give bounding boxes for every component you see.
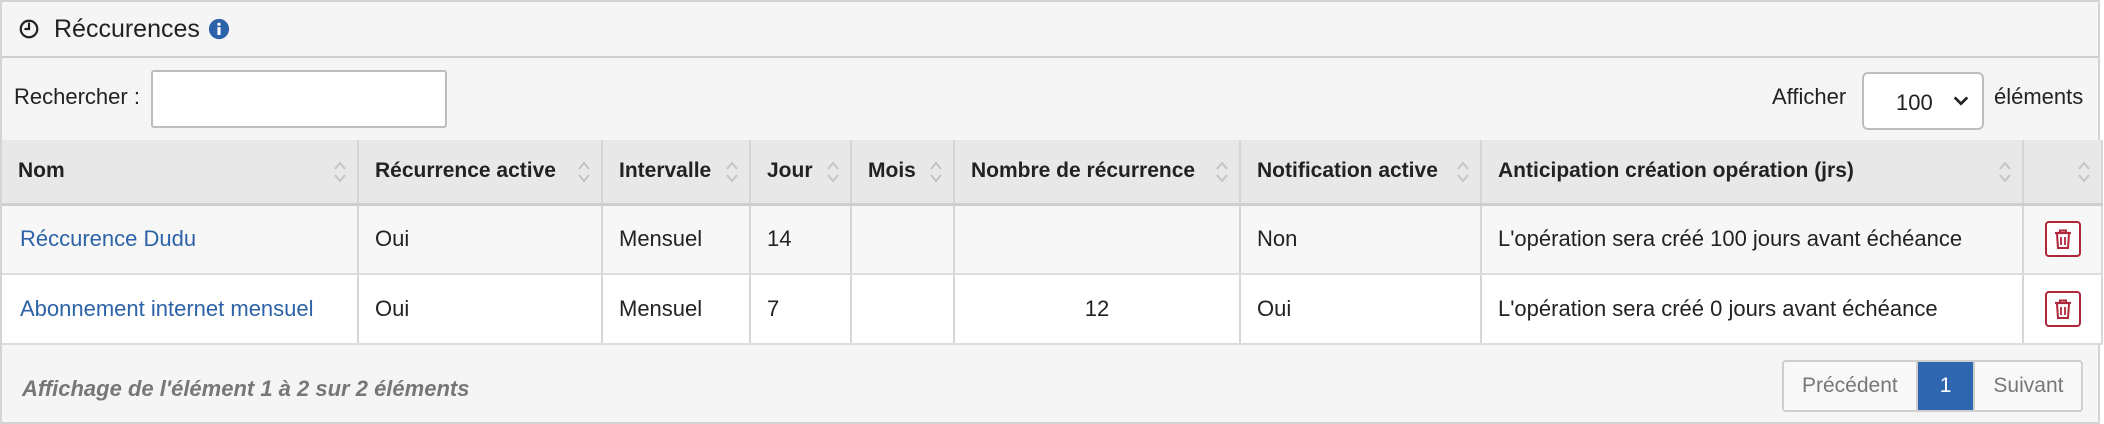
delete-button[interactable] <box>2044 291 2081 327</box>
column-header-intervalle[interactable]: Intervalle <box>602 140 751 206</box>
cell-mois <box>851 204 955 275</box>
header-label: Mois <box>868 159 916 183</box>
column-header-recurrence-active[interactable]: Récurrence active <box>358 140 603 206</box>
sort-icon <box>578 161 590 183</box>
cell-notification: Non <box>1240 204 1482 275</box>
header-label: Nom <box>18 159 65 183</box>
pagination-page-1[interactable]: 1 <box>1917 362 1974 410</box>
column-header-mois[interactable]: Mois <box>851 140 955 206</box>
column-header-notification[interactable]: Notification active <box>1240 140 1482 206</box>
cell-mois <box>851 274 955 345</box>
cell-intervalle: Mensuel <box>602 274 751 345</box>
column-header-jour[interactable]: Jour <box>750 140 852 206</box>
cell-active: Oui <box>358 204 603 275</box>
search-input[interactable] <box>151 70 447 128</box>
pagination-next[interactable]: Suivant <box>1973 362 2082 410</box>
sort-icon <box>930 161 942 183</box>
pagination-previous[interactable]: Précédent <box>1784 362 1918 410</box>
column-header-nombre[interactable]: Nombre de récurrence <box>954 140 1241 206</box>
table-info: Affichage de l'élément 1 à 2 sur 2 éléme… <box>22 376 470 401</box>
cell-anticipation: L'opération sera créé 0 jours avant éché… <box>1481 274 2024 345</box>
cell-nom-link[interactable]: Réccurence Dudu <box>2 204 359 275</box>
table-toolbar: Rechercher : Afficher 100 éléments <box>2 58 2098 140</box>
cell-actions <box>2023 274 2103 345</box>
cell-jour: 7 <box>750 274 852 345</box>
cell-notification: Oui <box>1240 274 1482 345</box>
info-icon[interactable] <box>208 18 230 40</box>
page-length-value: 100 <box>1896 90 1933 115</box>
cell-intervalle: Mensuel <box>602 204 751 275</box>
cell-nombre: 12 <box>954 274 1241 345</box>
sort-icon <box>1999 161 2011 183</box>
header-label: Jour <box>767 159 813 183</box>
page-length-select[interactable]: 100 <box>1862 72 1984 130</box>
column-header-anticipation[interactable]: Anticipation création opération (jrs) <box>1481 140 2024 206</box>
column-header-nom[interactable]: Nom <box>2 140 359 206</box>
cell-anticipation: L'opération sera créé 100 jours avant éc… <box>1481 204 2024 275</box>
length-prefix: Afficher <box>1772 84 1847 109</box>
search-label: Rechercher : <box>14 84 140 109</box>
sort-icon <box>827 161 839 183</box>
header-label: Nombre de récurrence <box>971 159 1196 183</box>
pagination: Précédent 1 Suivant <box>1782 360 2084 412</box>
trash-icon <box>2054 299 2071 319</box>
cell-active: Oui <box>358 274 603 345</box>
chevron-down-icon <box>1953 96 1969 106</box>
panel-header: Réccurences <box>2 2 2098 58</box>
sort-icon <box>1216 161 1228 183</box>
header-label: Notification active <box>1257 159 1438 183</box>
table-row: Réccurence Dudu Oui Mensuel 14 Non L'opé… <box>2 204 2103 275</box>
recurrences-table: Nom Récurrence active Intervalle Jour Mo… <box>2 140 2103 345</box>
cell-nom-link[interactable]: Abonnement internet mensuel <box>2 274 359 345</box>
table-header-row: Nom Récurrence active Intervalle Jour Mo… <box>2 140 2103 206</box>
header-label: Intervalle <box>619 159 712 183</box>
sort-icon <box>1457 161 1469 183</box>
sort-icon <box>726 161 738 183</box>
clock-icon <box>19 19 39 39</box>
delete-button[interactable] <box>2044 221 2081 258</box>
cell-nombre <box>954 204 1241 275</box>
trash-icon <box>2054 229 2071 250</box>
sort-icon <box>334 161 346 183</box>
cell-actions <box>2023 204 2103 275</box>
header-label: Anticipation création opération (jrs) <box>1498 159 1854 183</box>
table-row: Abonnement internet mensuel Oui Mensuel … <box>2 274 2103 345</box>
panel-title: Réccurences <box>54 14 200 43</box>
length-suffix: éléments <box>1994 84 2084 109</box>
sort-icon <box>2078 161 2090 183</box>
cell-jour: 14 <box>750 204 852 275</box>
column-header-actions[interactable] <box>2023 140 2103 206</box>
header-label: Récurrence active <box>375 159 556 183</box>
recurrences-panel: Réccurences Rechercher : Afficher 100 él… <box>0 0 2103 424</box>
